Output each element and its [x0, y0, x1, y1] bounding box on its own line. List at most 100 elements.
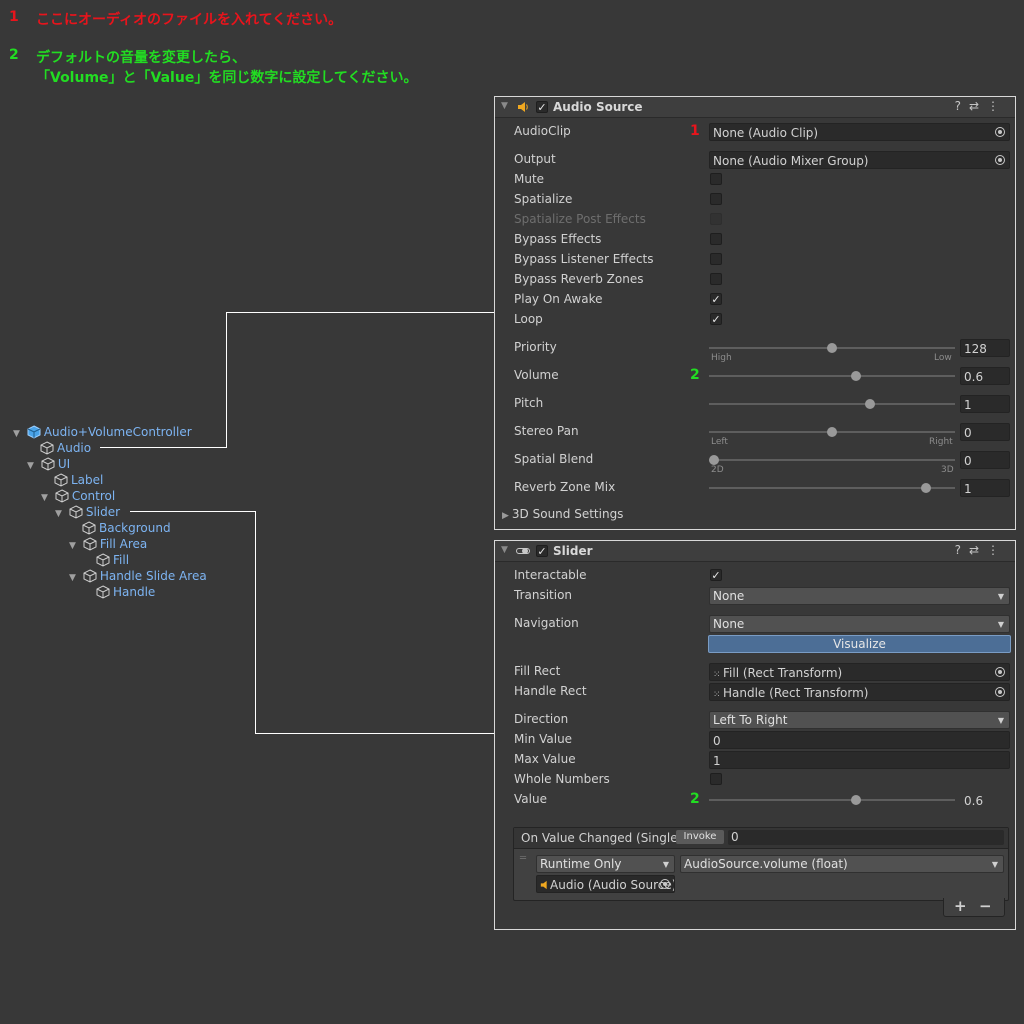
pitch-slider-knob[interactable] [864, 399, 875, 409]
3d-sound-settings-foldout[interactable]: ▶ 3D Sound Settings [502, 505, 623, 523]
reverb-zone-mix-input[interactable]: 1 [960, 479, 1010, 497]
priority-input[interactable]: 128 [960, 339, 1010, 357]
function-value: AudioSource.volume (float) [684, 857, 848, 871]
output-field[interactable]: None (Audio Mixer Group) [709, 151, 1010, 169]
loop-label: Loop [514, 312, 543, 326]
slider-header[interactable]: ▼ ✓ Slider ?⇄⋮ [495, 541, 1015, 562]
runtime-dropdown[interactable]: Runtime Only ▼ [536, 855, 675, 873]
navigation-value: None [713, 617, 745, 631]
transition-dropdown[interactable]: None ▼ [709, 587, 1010, 605]
foldout-icon[interactable]: ▼ [69, 570, 79, 586]
direction-dropdown[interactable]: Left To Right ▼ [709, 711, 1010, 729]
bypass-reverb-zones-checkbox[interactable] [710, 273, 722, 285]
direction-value: Left To Right [713, 713, 788, 727]
foldout-icon[interactable]: ▼ [41, 490, 51, 506]
help-icon[interactable]: ? [955, 543, 969, 557]
hierarchy-item-background[interactable]: Background [82, 520, 171, 536]
object-picker-icon[interactable] [995, 667, 1005, 677]
function-dropdown[interactable]: AudioSource.volume (float) ▼ [680, 855, 1004, 873]
reverb-zone-mix-label: Reverb Zone Mix [514, 480, 616, 494]
spatial-blend-slider-track[interactable] [709, 459, 955, 461]
fill-rect-label: Fill Rect [514, 664, 561, 678]
stereo-pan-slider-knob[interactable] [827, 427, 837, 437]
object-picker-icon[interactable] [995, 687, 1005, 697]
volume-input[interactable]: 0.6 [960, 367, 1010, 385]
bypass-listener-effects-checkbox[interactable] [710, 253, 722, 265]
foldout-icon[interactable]: ▼ [13, 426, 23, 442]
stereo-pan-input[interactable]: 0 [960, 423, 1010, 441]
more-menu-icon[interactable]: ⋮ [987, 99, 1007, 113]
gameobject-cube-icon [40, 441, 54, 455]
drag-handle-icon[interactable]: ═ [520, 853, 526, 864]
spatial-blend-input[interactable]: 0 [960, 451, 1010, 469]
target-object-field[interactable]: Audio (Audio Source) [536, 875, 675, 893]
help-icon[interactable]: ? [955, 99, 969, 113]
value-slider-track[interactable] [709, 799, 955, 801]
foldout-icon[interactable]: ▼ [501, 545, 508, 555]
volume-slider-track[interactable] [709, 375, 955, 377]
hierarchy-item-audio[interactable]: Audio [40, 440, 91, 456]
bypass-effects-label: Bypass Effects [514, 232, 602, 246]
hierarchy-item-fill-area[interactable]: ▼ Fill Area [69, 536, 147, 552]
min-value-label: Min Value [514, 732, 573, 746]
foldout-icon[interactable]: ▼ [55, 506, 65, 522]
hierarchy-item-label-node[interactable]: Label [54, 472, 103, 488]
mute-checkbox[interactable] [710, 173, 722, 185]
whole-numbers-checkbox[interactable] [710, 773, 722, 785]
object-picker-icon[interactable] [995, 127, 1005, 137]
play-on-awake-label: Play On Awake [514, 292, 603, 306]
bypass-reverb-zones-label: Bypass Reverb Zones [514, 272, 644, 286]
hierarchy-item-handle[interactable]: Handle [96, 584, 155, 600]
audioclip-field[interactable]: None (Audio Clip) [709, 123, 1010, 141]
invoke-value-field[interactable]: 0 [728, 830, 1004, 845]
spatial-blend-slider-knob[interactable] [709, 455, 719, 465]
visualize-button[interactable]: Visualize [708, 635, 1011, 653]
value-slider-knob[interactable] [850, 795, 861, 805]
hierarchy-item-slider[interactable]: ▼ Slider [55, 504, 120, 520]
foldout-icon[interactable]: ▼ [27, 458, 37, 474]
invoke-button[interactable]: Invoke [676, 830, 724, 844]
hierarchy-item-root[interactable]: ▼ Audio+VolumeController [13, 424, 192, 440]
fill-rect-field[interactable]: ⁙ Fill (Rect Transform) [709, 663, 1010, 681]
pitch-input[interactable]: 1 [960, 395, 1010, 413]
note-1-number: 1 [9, 9, 19, 25]
value-input[interactable]: 0.6 [960, 791, 1010, 809]
play-on-awake-checkbox[interactable]: ✓ [710, 293, 722, 305]
loop-checkbox[interactable]: ✓ [710, 313, 722, 325]
pitch-slider-track[interactable] [709, 403, 955, 405]
more-menu-icon[interactable]: ⋮ [987, 543, 1007, 557]
gameobject-cube-icon [82, 521, 96, 535]
foldout-icon[interactable]: ▼ [501, 101, 508, 111]
volume-slider-knob[interactable] [850, 371, 861, 381]
interactable-checkbox[interactable]: ✓ [710, 569, 722, 581]
spatialize-checkbox[interactable] [710, 193, 722, 205]
component-enabled-checkbox[interactable]: ✓ [536, 545, 548, 557]
transition-label: Transition [514, 588, 573, 602]
object-picker-icon[interactable] [660, 879, 670, 889]
rect-transform-icon: ⁙ [713, 670, 721, 680]
navigation-dropdown[interactable]: None ▼ [709, 615, 1010, 633]
transition-value: None [713, 589, 745, 603]
object-picker-icon[interactable] [995, 155, 1005, 165]
foldout-icon[interactable]: ▼ [69, 538, 79, 554]
priority-slider-knob[interactable] [827, 343, 837, 353]
reverb-zone-mix-slider-track[interactable] [709, 487, 955, 489]
reverb-zone-mix-slider-knob[interactable] [921, 483, 932, 493]
min-value-input[interactable]: 0 [709, 731, 1010, 749]
hierarchy-item-handle-slide-area[interactable]: ▼ Handle Slide Area [69, 568, 207, 584]
remove-listener-button[interactable]: − [979, 897, 992, 915]
hierarchy-item-label: Handle Slide Area [99, 569, 207, 583]
handle-rect-field[interactable]: ⁙ Handle (Rect Transform) [709, 683, 1010, 701]
presets-icon[interactable]: ⇄ [969, 99, 987, 113]
bypass-effects-checkbox[interactable] [710, 233, 722, 245]
component-enabled-checkbox[interactable]: ✓ [536, 101, 548, 113]
audio-source-header[interactable]: ▼ ✓ Audio Source ?⇄⋮ [495, 97, 1015, 118]
presets-icon[interactable]: ⇄ [969, 543, 987, 557]
max-value-input[interactable]: 1 [709, 751, 1010, 769]
mute-label: Mute [514, 172, 545, 186]
output-value: None (Audio Mixer Group) [713, 154, 869, 168]
add-listener-button[interactable]: + [954, 897, 967, 915]
hierarchy-item-fill[interactable]: Fill [96, 552, 129, 568]
hierarchy-item-ui[interactable]: ▼ UI [27, 456, 70, 472]
hierarchy-item-control[interactable]: ▼ Control [41, 488, 115, 504]
